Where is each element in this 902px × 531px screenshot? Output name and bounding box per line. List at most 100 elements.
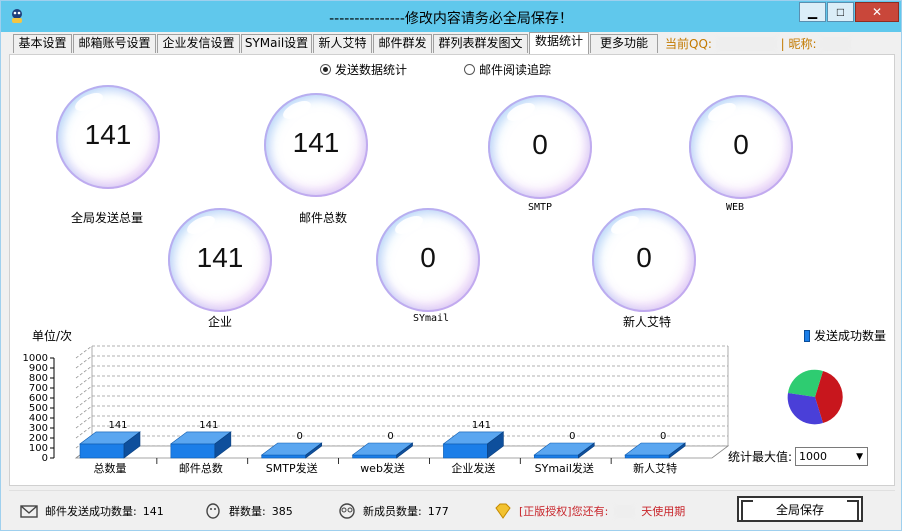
bubble-label: WEB bbox=[725, 202, 745, 213]
grid-line-side bbox=[75, 345, 93, 359]
chart-legend: 发送成功数量 bbox=[804, 327, 886, 344]
members-icon bbox=[339, 503, 355, 519]
qq-label: 当前QQ: bbox=[665, 37, 712, 51]
legend-swatch bbox=[804, 329, 810, 342]
maximize-button[interactable]: □ bbox=[827, 2, 854, 22]
bubble-global-total: 141 bbox=[56, 85, 160, 189]
x-tick-label: 企业发送 bbox=[451, 461, 495, 475]
license-suffix: 天使用期 bbox=[641, 505, 686, 518]
close-button[interactable]: ✕ bbox=[855, 2, 899, 22]
window-title: ---------------修改内容请务必全局保存！ bbox=[329, 11, 573, 27]
bubble-label: 邮件总数 bbox=[298, 211, 347, 225]
y-tick-label: 300 bbox=[29, 423, 48, 434]
bubble-value: 0 bbox=[532, 129, 548, 160]
member-count-value: 177 bbox=[427, 504, 449, 518]
y-tick-label: 700 bbox=[29, 383, 48, 394]
max-value-label: 统计最大值: bbox=[728, 450, 793, 464]
radio-unchecked-icon bbox=[464, 64, 475, 75]
global-save-button[interactable]: 全局保存 bbox=[737, 496, 863, 522]
bar-front bbox=[352, 454, 397, 459]
grid-line-side bbox=[75, 355, 93, 369]
bar-front bbox=[624, 454, 670, 459]
y-tick-label: 200 bbox=[29, 433, 48, 444]
close-icon: ✕ bbox=[871, 5, 883, 19]
radio-read-tracking[interactable]: 邮件阅读追踪 bbox=[464, 61, 551, 78]
minimize-icon: ▁ bbox=[807, 5, 818, 19]
tab-basic-settings[interactable]: 基本设置 bbox=[13, 34, 72, 53]
title-bar[interactable]: ---------------修改内容请务必全局保存！ ▁ □ ✕ bbox=[1, 1, 901, 32]
bubble-value: 141 bbox=[196, 242, 244, 273]
bar-value-label: 141 bbox=[199, 420, 218, 431]
y-tick-label: 900 bbox=[29, 363, 48, 374]
bubble-mail-total: 141 bbox=[264, 93, 368, 197]
grid-line-side bbox=[75, 425, 93, 439]
bubble-value: 0 bbox=[733, 129, 749, 160]
bubble-value: 141 bbox=[292, 127, 340, 158]
radio-send-stats-label: 发送数据统计 bbox=[335, 63, 408, 77]
bar-value-label: 0 bbox=[660, 431, 666, 442]
license-info[interactable]: [正版授权]您还有: 000 天使用期 bbox=[493, 502, 685, 520]
bubble-label: SYmail bbox=[412, 313, 450, 324]
tab-group-list-mass[interactable]: 群列表群发图文 bbox=[433, 34, 528, 53]
grid-line-side bbox=[75, 375, 93, 389]
grid-line-side bbox=[75, 365, 93, 379]
member-count: 新成员数量: 177 bbox=[337, 502, 449, 520]
grid-line-side bbox=[75, 395, 93, 409]
tab-more-functions[interactable]: 更多功能>> bbox=[590, 34, 658, 67]
bar-value-label: 141 bbox=[108, 420, 127, 431]
bubble-symail: 0 bbox=[376, 208, 480, 312]
bar-front bbox=[170, 443, 216, 459]
pie-chart bbox=[787, 369, 843, 425]
app-window: ---------------修改内容请务必全局保存！ ▁ □ ✕ 基本设置 邮… bbox=[0, 0, 902, 531]
nickname-redacted: 0000 bbox=[820, 37, 851, 51]
y-tick-label: 800 bbox=[29, 373, 48, 384]
bar-front bbox=[79, 443, 125, 459]
qq-number-redacted: 00000000 bbox=[715, 37, 777, 51]
tab-enterprise-settings[interactable]: 企业发信设置 bbox=[157, 34, 240, 53]
radio-read-tracking-label: 邮件阅读追踪 bbox=[479, 63, 552, 77]
sent-count-value: 141 bbox=[142, 504, 164, 518]
member-count-label: 新成员数量: bbox=[363, 505, 422, 518]
chevron-down-icon: ▼ bbox=[856, 452, 864, 462]
minimize-button[interactable]: ▁ bbox=[799, 2, 826, 22]
x-tick-label: 总数量 bbox=[94, 461, 127, 475]
tab-statistics[interactable]: 数据统计 bbox=[529, 32, 589, 54]
group-count: 群数量: 385 bbox=[203, 502, 293, 520]
bar-chart: 01002003004005006007008009001000141总数量14… bbox=[23, 345, 730, 475]
max-value-row: 统计最大值: 1000 ▼ bbox=[728, 447, 869, 466]
bar-front bbox=[261, 454, 307, 459]
group-count-value: 385 bbox=[271, 504, 293, 518]
bubble-label: 全局发送总量 bbox=[70, 211, 143, 225]
y-tick-label: 0 bbox=[42, 453, 48, 464]
y-tick-label: 600 bbox=[29, 393, 48, 404]
max-value-selected: 1000 bbox=[799, 450, 828, 463]
max-value-select[interactable]: 1000 ▼ bbox=[795, 447, 869, 466]
radio-send-stats[interactable]: 发送数据统计 bbox=[320, 61, 407, 78]
tab-mailbox-settings[interactable]: 邮箱账号设置 bbox=[73, 34, 156, 53]
x-tick-label: web发送 bbox=[360, 461, 405, 475]
license-text: [正版授权]您还有: bbox=[519, 505, 609, 518]
bubble-value: 141 bbox=[84, 119, 132, 150]
tab-mass-mail[interactable]: 邮件群发 bbox=[373, 34, 432, 53]
sent-count: 邮件发送成功数量: 141 bbox=[19, 502, 164, 520]
grid-line-side bbox=[75, 385, 93, 399]
grid-line-side bbox=[75, 415, 93, 429]
bubble-label: SMTP bbox=[527, 202, 553, 213]
status-bar: 邮件发送成功数量: 141 群数量: 385 新成员数量: 177 [正版授权]… bbox=[9, 490, 895, 528]
sent-count-label: 邮件发送成功数量: bbox=[45, 505, 137, 518]
license-days-redacted: 000 bbox=[614, 504, 636, 518]
tab-new-member-at[interactable]: 新人艾特 bbox=[313, 34, 372, 53]
bar-front bbox=[443, 443, 488, 459]
x-tick-label: SYmail发送 bbox=[535, 461, 594, 475]
bubble-enterprise: 141 bbox=[168, 208, 272, 312]
legend-label: 发送成功数量 bbox=[814, 329, 887, 343]
account-info: 当前QQ: 00000000 | 昵称: 0000 bbox=[665, 35, 851, 52]
tab-bar: 基本设置 邮箱账号设置 企业发信设置 SYMail设置 新人艾特 邮件群发 群列… bbox=[1, 32, 901, 67]
y-tick-label: 100 bbox=[29, 443, 48, 454]
bar-value-label: 141 bbox=[472, 420, 491, 431]
bubble-new-member: 0 bbox=[592, 208, 696, 312]
nickname-label: | 昵称: bbox=[780, 37, 817, 51]
statistics-panel: 发送数据统计 邮件阅读追踪 141 全局发送总量 141 邮件总数 0 SMTP… bbox=[9, 54, 895, 486]
bubble-value: 0 bbox=[636, 242, 652, 273]
tab-symail-settings[interactable]: SYMail设置 bbox=[241, 34, 312, 53]
